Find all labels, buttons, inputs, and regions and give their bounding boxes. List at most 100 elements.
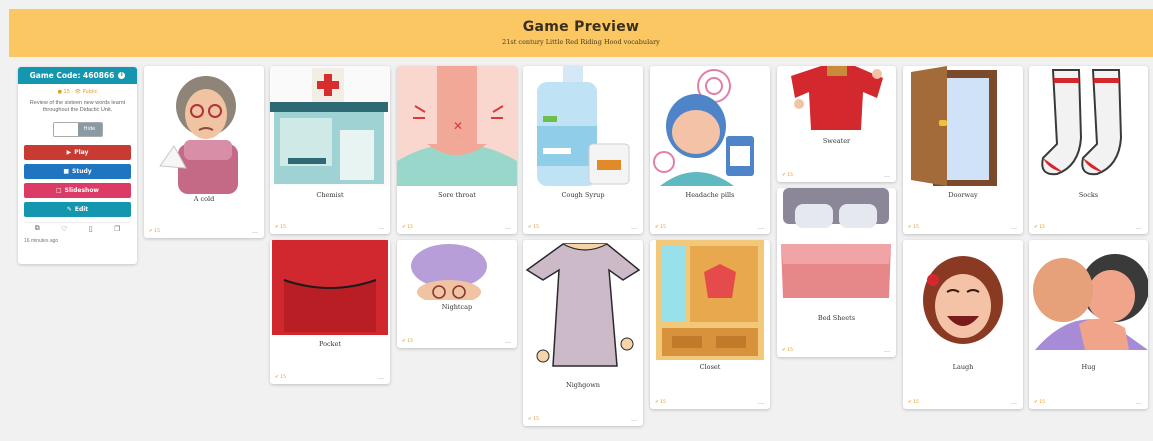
more-icon[interactable]: … <box>1136 224 1142 230</box>
card-label: Doorway <box>948 191 978 199</box>
more-icon[interactable]: … <box>378 224 384 230</box>
updated-time: 16 minutes ago <box>24 237 59 244</box>
more-icon[interactable]: … <box>505 224 511 230</box>
more-icon[interactable]: … <box>378 374 384 380</box>
card-sweater[interactable]: Sweater ✔ 15 … <box>777 66 896 182</box>
card-headache-pills[interactable]: Headache pills ✔ 15 … <box>650 66 770 234</box>
card-footer: ✔ 15 … <box>908 224 1017 230</box>
more-icon[interactable]: … <box>884 172 890 178</box>
card-label: Hug <box>1081 363 1096 371</box>
play-button[interactable]: ▶ Play <box>24 144 131 160</box>
card-laugh[interactable]: Laugh ✔ 15 … <box>903 240 1023 409</box>
toggle-label[interactable]: Hide <box>77 122 102 136</box>
card-pocket[interactable]: Pocket ✔ 15 … <box>270 240 390 384</box>
card-socks[interactable]: Socks ✔ 15 … <box>1029 66 1148 234</box>
heart-icon[interactable]: ♡ <box>61 225 67 233</box>
card-label: A cold <box>193 195 215 203</box>
card-footer: ✔ 15 … <box>149 228 258 234</box>
slideshow-button[interactable]: □ Slideshow <box>24 182 131 198</box>
study-button[interactable]: ■ Study <box>24 163 131 179</box>
more-icon[interactable]: … <box>758 224 764 230</box>
card-nightcap[interactable]: Nightcap ✔ 15 … <box>397 240 517 348</box>
card-label: Headache pills <box>685 191 735 199</box>
card-count: ✔ 15 <box>149 229 160 234</box>
slideshow-label: Slideshow <box>64 186 99 194</box>
more-icon[interactable]: … <box>1011 399 1017 405</box>
card-count: ✔ 15 <box>782 348 793 353</box>
card-footer: ✔ 15 … <box>528 224 637 230</box>
card-count: ✔ 15 <box>1034 400 1045 405</box>
edit-label: Edit <box>74 205 89 213</box>
card-label: Closet <box>699 363 721 371</box>
more-icon[interactable]: … <box>631 416 637 422</box>
card-footer: ✔ 15 … <box>275 374 384 380</box>
card-label: Cough Syrup <box>561 191 605 199</box>
card-label: Bed Sheets <box>817 314 856 322</box>
game-code-header: Game Code: 460866 i <box>18 67 137 84</box>
pocket-illustration <box>270 240 390 335</box>
cough-syrup-illustration <box>537 66 630 186</box>
svg-text:✕: ✕ <box>453 119 463 133</box>
card-footer: ✔ 15 … <box>782 347 890 353</box>
card-sore-throat[interactable]: ✕ Sore throat ✔ 15 … <box>397 66 517 234</box>
duplicate-icon[interactable]: ❐ <box>114 225 120 233</box>
info-icon[interactable]: i <box>118 72 126 79</box>
page-header: Game Preview 21st century Little Red Rid… <box>9 9 1153 57</box>
more-icon[interactable]: … <box>1136 399 1142 405</box>
card-footer: ✔ 15 … <box>402 224 511 230</box>
card-footer: ✔ 15 … <box>402 338 511 344</box>
edit-button[interactable]: ✎ Edit <box>24 201 131 217</box>
card-label: Nighgown <box>566 381 600 389</box>
card-footer: ✔ 15 … <box>908 399 1017 405</box>
more-icon[interactable]: … <box>1011 224 1017 230</box>
card-label: Socks <box>1078 191 1099 199</box>
card-hug[interactable]: Hug ✔ 15 … <box>1029 240 1148 409</box>
card-label: Chemist <box>316 191 344 199</box>
nightgown-illustration <box>525 243 641 367</box>
card-nighgown[interactable]: Nighgown ✔ 15 … <box>523 240 643 426</box>
card-footer: ✔ 15 … <box>782 172 890 178</box>
card-footer: ✔ 15 … <box>655 224 764 230</box>
more-icon[interactable]: … <box>631 224 637 230</box>
game-code: Game Code: 460866 <box>29 71 115 80</box>
card-bed-sheets[interactable]: Bed Sheets ✔ 15 … <box>777 188 896 357</box>
copy-icon[interactable]: ⧉ <box>35 224 40 233</box>
card-count: ✔ 15 <box>1034 225 1045 230</box>
visibility-toggle[interactable]: Hide <box>52 121 103 137</box>
card-label: Sweater <box>822 137 851 145</box>
card-count: ✔ 15 <box>782 173 793 178</box>
more-icon[interactable]: … <box>252 228 258 234</box>
headache-illustration <box>653 69 754 186</box>
more-icon[interactable]: … <box>505 338 511 344</box>
card-cough-syrup[interactable]: Cough Syrup ✔ 15 … <box>523 66 643 234</box>
card-closet[interactable]: Closet ✔ 15 … <box>650 240 770 409</box>
study-label: Study <box>72 167 92 175</box>
play-label: Play <box>74 148 89 156</box>
grandma-illustration <box>159 76 238 194</box>
card-count: ✔ 15 <box>402 339 413 344</box>
more-icon[interactable]: … <box>758 399 764 405</box>
nightcap-illustration <box>411 244 487 300</box>
hug-illustration <box>1033 254 1148 350</box>
play-icon: ▶ <box>66 148 72 156</box>
folder-icon[interactable]: ▯ <box>89 225 93 233</box>
card-footer: ✔ 15 … <box>655 399 764 405</box>
card-count: ✔ 15 <box>402 225 413 230</box>
monitor-icon: □ <box>56 186 62 194</box>
card-footer: ✔ 15 … <box>1034 399 1142 405</box>
book-icon: ■ <box>63 167 69 175</box>
game-description: Review of the sixteen new words learnt t… <box>29 100 126 113</box>
card-count: ✔ 15 <box>528 225 539 230</box>
game-info-panel: Game Code: 460866 i ● 15 · 👁 Public Revi… <box>18 67 137 264</box>
card-label: Sore throat <box>438 191 476 199</box>
card-chemist[interactable]: Chemist ✔ 15 … <box>270 66 390 234</box>
card-count: ✔ 15 <box>908 400 919 405</box>
sweater-illustration <box>791 66 883 130</box>
more-icon[interactable]: … <box>884 347 890 353</box>
card-a-cold[interactable]: A cold ✔ 15 … <box>144 66 264 238</box>
card-footer: ✔ 15 … <box>275 224 384 230</box>
card-doorway[interactable]: Doorway ✔ 15 … <box>903 66 1023 234</box>
closet-illustration <box>656 240 764 360</box>
pharmacy-illustration <box>270 66 390 186</box>
toggle-knob[interactable] <box>53 122 78 136</box>
